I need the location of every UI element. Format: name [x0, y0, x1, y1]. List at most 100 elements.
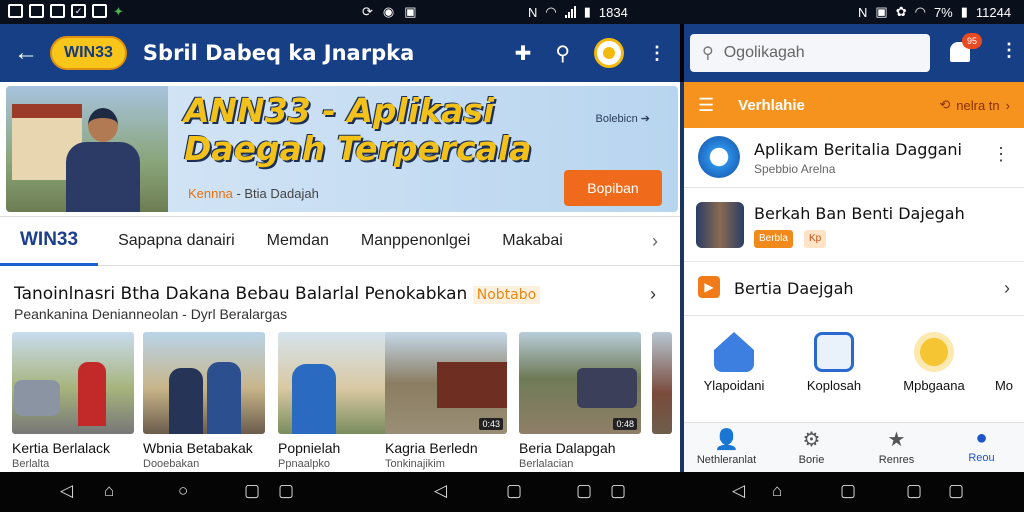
video-duration: 0:48 — [613, 418, 637, 430]
recents-icon[interactable]: ▢ — [948, 481, 964, 501]
list-item[interactable]: Aplikam Beritalia Daggani Spebbio Arelna… — [684, 128, 1024, 188]
shortcut-item[interactable]: Ylapoidani — [684, 322, 784, 408]
status-bar: ✓ ✦ ⟳ ◉ ▣ N ◠ ▮ 1834 N ▣ ✿ ◠ 7% ▮ 11244 — [0, 0, 1024, 24]
list-item[interactable]: ▶ Bertia Daejgah › — [684, 262, 1024, 316]
nav-item-people[interactable]: 👤 Nethleranlat — [684, 423, 769, 472]
home-icon[interactable]: ⌂ — [772, 481, 782, 501]
recents-icon[interactable]: ▢ — [506, 481, 522, 501]
section-tag: Nobtabo — [472, 286, 541, 304]
chevron-right-icon: › — [1005, 97, 1010, 113]
notification-icon — [8, 4, 23, 18]
check-icon: ✓ — [71, 4, 86, 18]
category-link[interactable]: ⟲ nelra tn › — [939, 97, 1010, 113]
shortcut-item[interactable]: Mo — [984, 322, 1024, 408]
recents-icon[interactable]: ▢ — [244, 481, 260, 501]
shortcut-grid: Ylapoidani Koplosah Mpbgaana Mo — [684, 322, 1024, 408]
image-icon — [29, 4, 44, 18]
tab-makabai[interactable]: Makabai — [502, 216, 562, 266]
video-thumbnail — [12, 332, 134, 434]
video-card[interactable]: Kertia Berlalack Berlalta — [12, 332, 134, 472]
video-thumbnail — [278, 332, 400, 434]
video-thumbnail: 0:43 — [385, 332, 507, 434]
recents-icon[interactable]: ▢ — [906, 481, 922, 501]
puzzle-icon[interactable]: ✚ — [515, 41, 532, 66]
mute-icon: N — [528, 4, 538, 20]
nav-label: Borie — [798, 454, 825, 466]
clock-text: 11244 — [975, 4, 1012, 20]
avatar[interactable] — [594, 38, 624, 68]
back-icon[interactable]: ◁ — [732, 481, 745, 501]
recents-icon[interactable]: ▢ — [278, 481, 294, 501]
recents-icon[interactable]: ▢ — [840, 481, 856, 501]
video-card[interactable] — [652, 332, 672, 472]
profile-icon: ● — [975, 427, 988, 449]
back-arrow-icon[interactable]: ← — [14, 39, 38, 67]
video-subtitle: Tonkinajikim — [385, 458, 445, 470]
app-logo[interactable]: WIN33 — [50, 36, 127, 70]
nav-item-borie[interactable]: ⚙ Borie — [769, 423, 854, 472]
video-subtitle: Dooebakan — [143, 458, 200, 470]
more-icon[interactable]: ⋮ — [1000, 40, 1018, 61]
back-icon[interactable]: ◁ — [60, 481, 73, 501]
tab-sapapna[interactable]: Sapapna danairi — [118, 216, 235, 266]
video-title: Popnielah — [278, 440, 341, 456]
play-icon: ▶ — [698, 276, 720, 298]
search-input[interactable]: ⚲ Ogolikagah — [690, 34, 930, 72]
section-subtitle: Peankanina Denianneolan - Dyrl Beralarga… — [14, 306, 288, 322]
tab-manppenonlgei[interactable]: Manppenonlgei — [361, 216, 470, 266]
search-placeholder: Ogolikagah — [723, 44, 805, 61]
system-nav-bar: ◁ ⌂ ○ ▢ ▢ ◁ ▢ ▢ ▢ ◁ ⌂ ▢ ▢ ▢ — [0, 472, 1024, 512]
notification-badge: 95 — [962, 33, 982, 49]
settings-icon: ✿ — [895, 4, 907, 19]
nav-item-reou[interactable]: ● Reou — [939, 423, 1024, 472]
circle-home-icon[interactable]: ○ — [178, 481, 188, 501]
app-icon — [696, 202, 744, 248]
shortcut-label: Mo — [994, 378, 1014, 393]
video-title: Wbnia Betabakak — [143, 440, 253, 456]
nav-item-renres[interactable]: ★ Renres — [854, 423, 939, 472]
video-card[interactable]: Wbnia Betabakak Dooebakan — [143, 332, 265, 472]
app-bar-title: Sbril Dabeq ka Jnarpka — [142, 41, 415, 65]
search-icon[interactable]: ⚲ — [555, 41, 570, 66]
bottom-navigation: 👤 Nethleranlat ⚙ Borie ★ Renres ● Reou — [684, 422, 1024, 472]
chevron-right-icon[interactable]: › — [650, 284, 656, 305]
video-thumbnail — [143, 332, 265, 434]
app-icon — [698, 136, 740, 178]
category-bar: ☰ Verhlahie ⟲ nelra tn › — [684, 82, 1024, 128]
shortcut-item[interactable]: Mpbgaana — [884, 322, 984, 408]
screen: ✓ ✦ ⟳ ◉ ▣ N ◠ ▮ 1834 N ▣ ✿ ◠ 7% ▮ 11244 … — [0, 0, 1024, 512]
recents-icon[interactable]: ▢ — [576, 481, 592, 501]
signal-icon — [564, 6, 576, 18]
recents-icon[interactable]: ▢ — [610, 481, 626, 501]
battery-icon: ▮ — [960, 4, 968, 19]
video-card[interactable]: 0:48 Beria Dalapgah Berlalacian — [519, 332, 641, 472]
gallery-icon — [50, 4, 65, 18]
video-card[interactable]: Popnielah Ppnaalpko — [278, 332, 400, 472]
mute-icon: N — [858, 4, 868, 20]
tab-win33[interactable]: WIN33 — [0, 216, 99, 266]
hero-link[interactable]: Bolebicn ➔ — [596, 112, 650, 125]
home-icon[interactable]: ⌂ — [104, 481, 114, 501]
video-title: Beria Dalapgah — [519, 440, 616, 456]
hero-banner[interactable]: ANN33 - Aplikasi Daegah Terpercala Kennn… — [6, 86, 678, 212]
video-card[interactable]: 0:43 Kagria Berledn Tonkinajikim — [385, 332, 507, 472]
more-icon[interactable]: ⋮ — [992, 144, 1010, 165]
video-subtitle: Ppnaalpko — [278, 458, 330, 470]
shortcut-item[interactable]: Koplosah — [784, 322, 884, 408]
tab-memdan[interactable]: Memdan — [267, 216, 329, 266]
wifi-icon: ◠ — [545, 4, 557, 19]
refresh-icon: ⟲ — [939, 97, 951, 112]
battery-icon: ▮ — [583, 4, 591, 19]
hero-subtitle: Kennna - Btia Dadajah — [188, 186, 319, 201]
nav-label: Nethleranlat — [696, 454, 757, 466]
menu-icon[interactable]: ☰ — [698, 95, 714, 116]
chevron-right-icon[interactable]: › — [1004, 278, 1010, 299]
nav-label: Renres — [878, 454, 915, 466]
wifi-icon: ◠ — [914, 4, 926, 19]
chevron-right-icon[interactable]: › — [652, 231, 658, 252]
tag-chip: Berbla — [754, 230, 793, 248]
list-item[interactable]: Berkah Ban Benti Dajegah Berbla Kp — [684, 188, 1024, 262]
hero-cta-button[interactable]: Bopiban — [564, 170, 662, 206]
more-icon[interactable]: ⋮ — [648, 43, 666, 64]
back-icon[interactable]: ◁ — [434, 481, 447, 501]
